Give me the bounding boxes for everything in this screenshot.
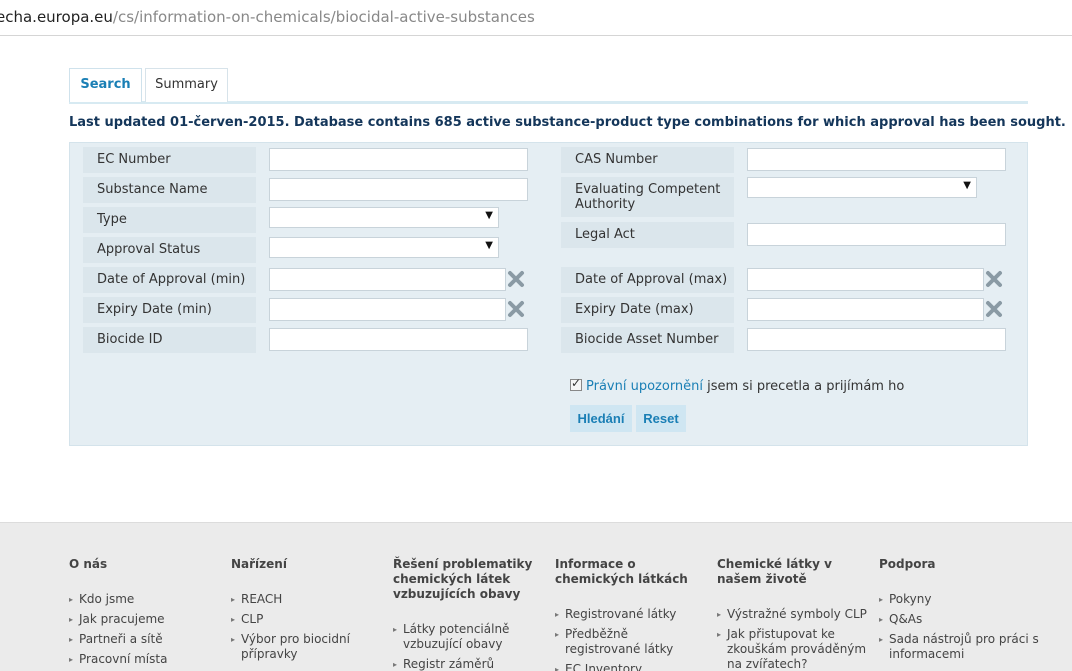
footer-col-concern: Řešení problematiky chemických látek vzb… <box>393 557 548 671</box>
footer-link[interactable]: Q&As <box>879 612 1039 627</box>
label-eca-line2: Authority <box>575 197 636 212</box>
footer-col-regulations: Nařízení REACH CLP Výbor pro biocidní př… <box>231 557 386 667</box>
substance-name-input[interactable] <box>269 178 528 201</box>
footer-link[interactable]: Kdo jsme <box>69 592 224 607</box>
clear-date-approval-max-button[interactable] <box>985 270 1003 288</box>
footer-link[interactable]: EC Inventory <box>555 662 710 671</box>
footer-link[interactable]: Výbor pro biocidní přípravky <box>231 632 361 662</box>
footer-link[interactable]: Partneři a sítě <box>69 632 224 647</box>
label-type: Type <box>83 207 256 233</box>
label-legal-act: Legal Act <box>561 222 734 248</box>
footer-heading: Nařízení <box>231 557 287 571</box>
clear-icon <box>508 271 524 287</box>
label-expiry-min: Expiry Date (min) <box>83 297 256 323</box>
label-approval-status: Approval Status <box>83 237 256 263</box>
biocide-id-input[interactable] <box>269 328 528 351</box>
type-select[interactable]: ▼ <box>269 207 499 228</box>
approval-status-select[interactable]: ▼ <box>269 237 499 258</box>
footer-col-chemicals-info: Informace o chemických látkách Registrov… <box>555 557 710 671</box>
url-path: /cs/information-on-chemicals/biocidal-ac… <box>112 8 535 26</box>
label-date-approval-max: Date of Approval (max) <box>561 267 734 293</box>
label-eca-line1: Evaluating Competent <box>575 182 721 197</box>
label-date-approval-min: Date of Approval (min) <box>83 267 256 293</box>
biocide-asset-number-input[interactable] <box>747 328 1006 351</box>
footer-link[interactable]: CLP <box>231 612 386 627</box>
footer-heading: O nás <box>69 557 108 571</box>
footer-link[interactable]: Jak přistupovat ke zkouškám prováděným n… <box>717 627 867 671</box>
clear-icon <box>986 301 1002 317</box>
address-bar[interactable]: echa.europa.eu/cs/information-on-chemica… <box>0 0 1072 36</box>
date-approval-max-input[interactable] <box>747 268 984 291</box>
evaluating-authority-select[interactable]: ▼ <box>747 177 977 198</box>
footer-col-about: O nás Kdo jsme Jak pracujeme Partneři a … <box>69 557 224 671</box>
label-substance-name: Substance Name <box>83 177 256 203</box>
label-evaluating-authority: Evaluating Competent Authority <box>561 177 734 217</box>
label-biocide-asset-number: Biocide Asset Number <box>561 327 734 353</box>
footer-link[interactable]: Pracovní místa <box>69 652 224 667</box>
footer-heading: Informace o chemických látkách <box>555 557 688 586</box>
label-ec-number: EC Number <box>83 147 256 173</box>
footer-link[interactable]: Pokyny <box>879 592 1039 607</box>
site-footer: O nás Kdo jsme Jak pracujeme Partneři a … <box>0 522 1072 671</box>
footer-link[interactable]: Látky potenciálně vzbuzující obavy <box>393 622 518 652</box>
footer-link[interactable]: Registrované látky <box>555 607 710 622</box>
database-info: Last updated 01-červen-2015. Database co… <box>69 115 1066 130</box>
clear-expiry-max-button[interactable] <box>985 300 1003 318</box>
footer-link[interactable]: Jak pracujeme <box>69 612 224 627</box>
clear-icon <box>508 301 524 317</box>
footer-link[interactable]: REACH <box>231 592 386 607</box>
date-approval-min-input[interactable] <box>269 268 506 291</box>
legal-act-input[interactable] <box>747 223 1006 246</box>
footer-col-chemicals-life: Chemické látky v našem životě Výstražné … <box>717 557 872 671</box>
search-form-panel: EC Number Substance Name Type ▼ Approval… <box>69 142 1028 446</box>
legal-notice-consent: Právní upozornění jsem si precetla a pri… <box>570 376 905 394</box>
tab-search[interactable]: Search <box>69 68 142 102</box>
dropdown-arrow-icon: ▼ <box>485 240 493 251</box>
label-cas-number: CAS Number <box>561 147 734 173</box>
tab-summary[interactable]: Summary <box>145 68 228 102</box>
clear-date-approval-min-button[interactable] <box>507 270 525 288</box>
search-button[interactable]: Hledání <box>570 405 632 432</box>
label-biocide-id: Biocide ID <box>83 327 256 353</box>
dropdown-arrow-icon: ▼ <box>963 180 971 191</box>
consent-text: jsem si precetla a prijímám ho <box>703 379 905 394</box>
footer-link[interactable]: Výstražné symboly CLP <box>717 607 872 622</box>
dropdown-arrow-icon: ▼ <box>485 210 493 221</box>
search-tabs: Search Summary <box>69 68 1028 104</box>
expiry-min-input[interactable] <box>269 298 506 321</box>
url-text[interactable]: echa.europa.eu/cs/information-on-chemica… <box>0 8 535 26</box>
footer-heading: Chemické látky v našem životě <box>717 557 832 586</box>
footer-link[interactable]: Sada nástrojů pro práci s informacemi <box>879 632 1039 662</box>
clear-icon <box>986 271 1002 287</box>
reset-button[interactable]: Reset <box>636 405 686 432</box>
footer-link[interactable]: Registr záměrů <box>393 657 548 671</box>
consent-checkbox[interactable] <box>570 376 582 391</box>
footer-heading: Podpora <box>879 557 936 571</box>
footer-link[interactable]: Předběžně registrované látky <box>555 627 705 657</box>
footer-col-support: Podpora Pokyny Q&As Sada nástrojů pro pr… <box>879 557 1039 667</box>
expiry-max-input[interactable] <box>747 298 984 321</box>
ec-number-input[interactable] <box>269 148 528 171</box>
cas-number-input[interactable] <box>747 148 1006 171</box>
url-host: echa.europa.eu <box>0 8 113 26</box>
label-expiry-max: Expiry Date (max) <box>561 297 734 323</box>
legal-notice-link[interactable]: Právní upozornění <box>586 379 703 394</box>
footer-heading: Řešení problematiky chemických látek vzb… <box>393 557 533 601</box>
clear-expiry-min-button[interactable] <box>507 300 525 318</box>
